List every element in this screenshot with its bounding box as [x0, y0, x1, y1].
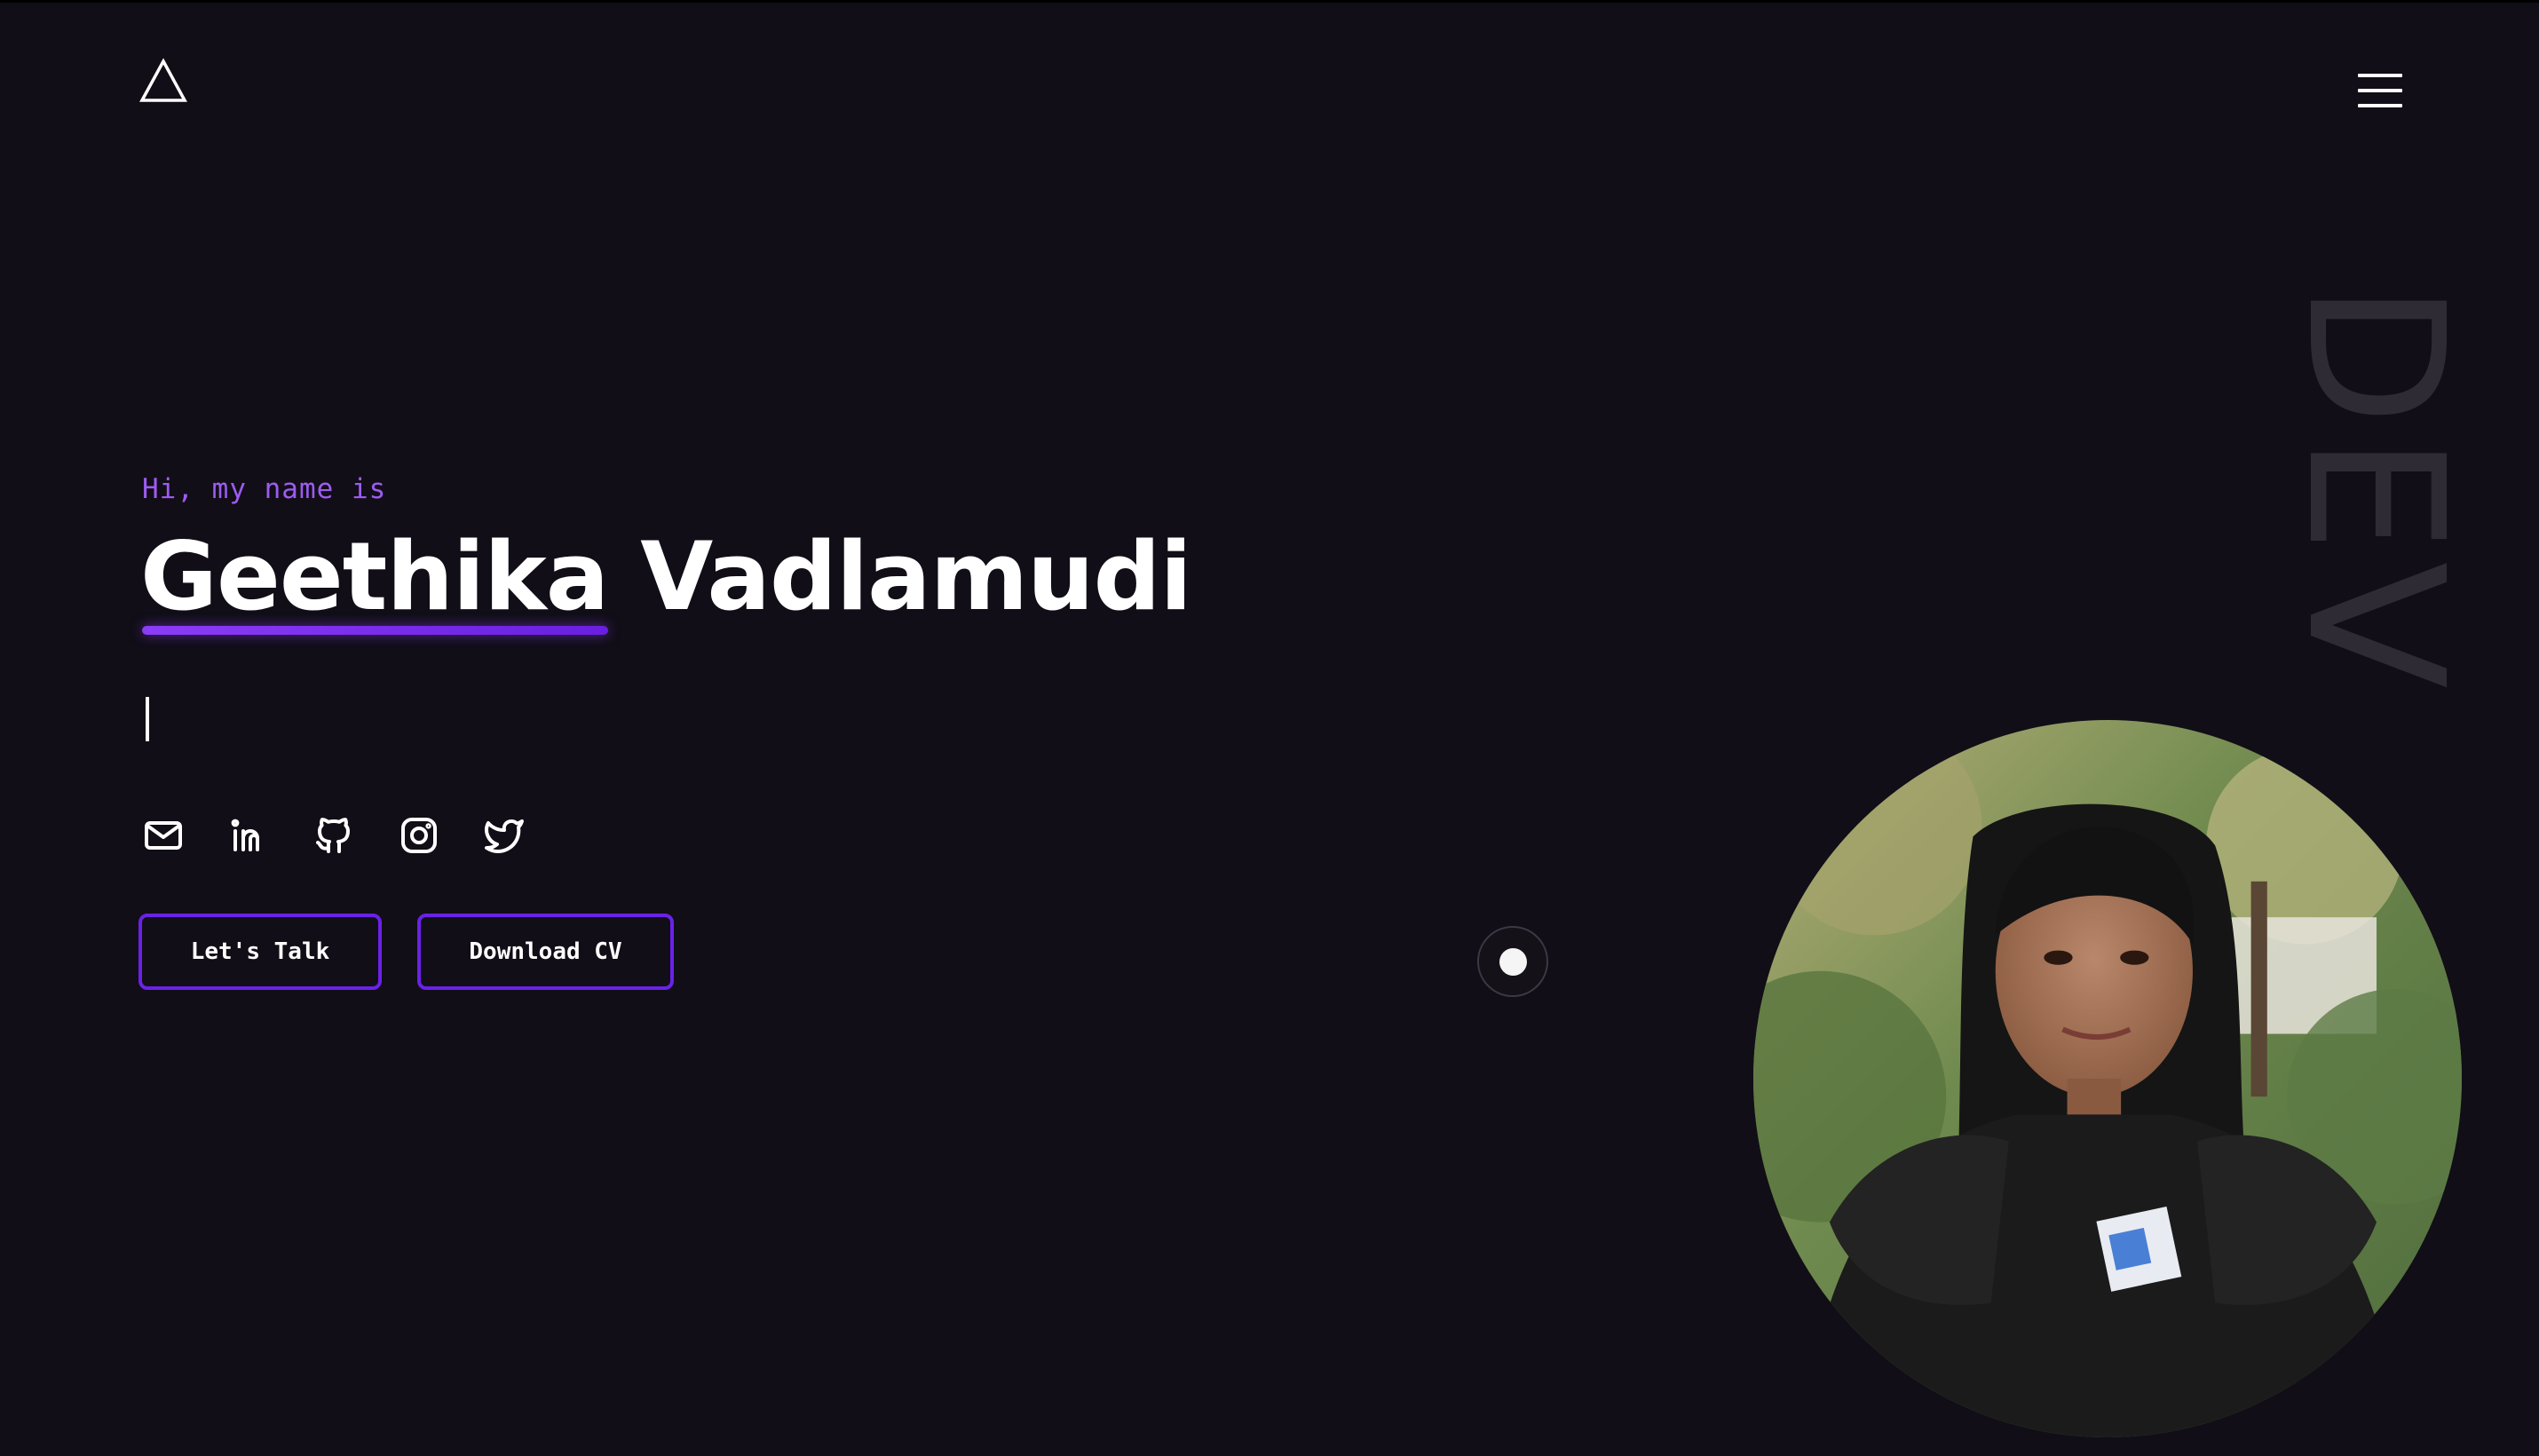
download-cv-button[interactable]: Download CV	[417, 914, 674, 990]
dev-side-text: DEV	[2266, 282, 2484, 699]
triangle-logo-icon[interactable]	[139, 58, 187, 104]
typing-cursor	[146, 697, 149, 741]
hamburger-menu-icon[interactable]	[2358, 74, 2404, 113]
scroll-indicator[interactable]	[1477, 926, 1548, 997]
last-name: Vadlamudi	[640, 522, 1192, 631]
linkedin-icon[interactable]	[227, 814, 270, 857]
instagram-icon[interactable]	[398, 814, 440, 857]
social-links	[142, 814, 526, 857]
profile-photo	[1753, 720, 2462, 1437]
github-icon[interactable]	[312, 814, 355, 857]
twitter-icon[interactable]	[483, 814, 526, 857]
intro-text: Hi, my name is	[142, 473, 387, 505]
portfolio-page: DEV Hi, my name is Geethika Vadlamudi Le…	[0, 0, 2539, 1456]
first-name: Geethika	[140, 522, 609, 635]
mail-icon[interactable]	[142, 814, 185, 857]
lets-talk-button[interactable]: Let's Talk	[138, 914, 382, 990]
hero-name: Geethika Vadlamudi	[140, 522, 1192, 635]
